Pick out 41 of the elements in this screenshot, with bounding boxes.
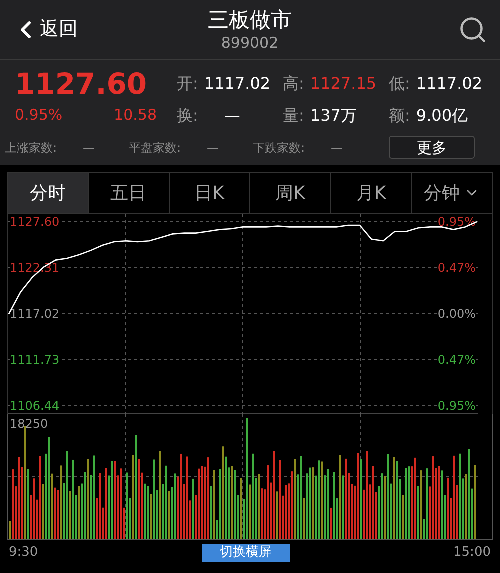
stat-value: — (223, 105, 240, 127)
stat-value: 9.00亿 (416, 105, 468, 127)
start-time: 9:30 (9, 544, 38, 562)
change-percent: 0.95% (15, 105, 63, 126)
stat-label: 额: (389, 105, 410, 127)
more-button[interactable]: 更多 (389, 136, 475, 159)
change-value: 10.58 (114, 105, 157, 126)
search-icon (458, 14, 488, 44)
stock-code: 899002 (221, 32, 279, 52)
end-time: 15:00 (454, 544, 491, 562)
current-price: 1127.60 (14, 66, 148, 103)
stat-value: 1117.02 (416, 73, 483, 95)
stat-label: 高: (283, 73, 304, 95)
stat-label: 量: (283, 105, 304, 127)
chart-tab[interactable]: 分时 (8, 173, 89, 213)
breadth-value: — (83, 140, 96, 156)
percent-axis-label: 0.47% (438, 261, 476, 275)
stat-label: 换: (177, 105, 198, 127)
stat-value: 137万 (310, 105, 357, 127)
price-axis-label: 1106.44 (10, 399, 60, 413)
stat-label: 低: (389, 73, 410, 95)
stat-value: 1117.02 (204, 73, 271, 95)
stat-label: 开: (177, 73, 198, 95)
breadth-label: 平盘家数: (129, 140, 182, 156)
breadth-value: — (207, 140, 220, 156)
percent-axis-label: 0.47% (438, 353, 476, 367)
search-button[interactable] (458, 14, 488, 44)
percent-axis-label: 0.95% (438, 399, 476, 413)
stat-value: 1127.15 (310, 73, 377, 95)
price-axis-label: 1117.02 (10, 307, 60, 321)
back-button[interactable]: 返回 (12, 15, 122, 44)
page-title: 三板做市 (208, 6, 292, 32)
rotate-screen-button[interactable]: 切换横屏 (202, 544, 290, 562)
breadth-value: — (331, 140, 344, 156)
breadth-label: 下跌家数: (253, 140, 306, 156)
price-axis-label: 1127.60 (10, 215, 60, 229)
volume-max-label: 18250 (10, 416, 48, 433)
price-axis-label: 1111.73 (10, 353, 60, 367)
percent-axis-label: 0.00% (438, 307, 476, 321)
percent-axis-label: 0.95% (438, 215, 476, 229)
breadth-label: 上涨家数: (5, 140, 58, 156)
